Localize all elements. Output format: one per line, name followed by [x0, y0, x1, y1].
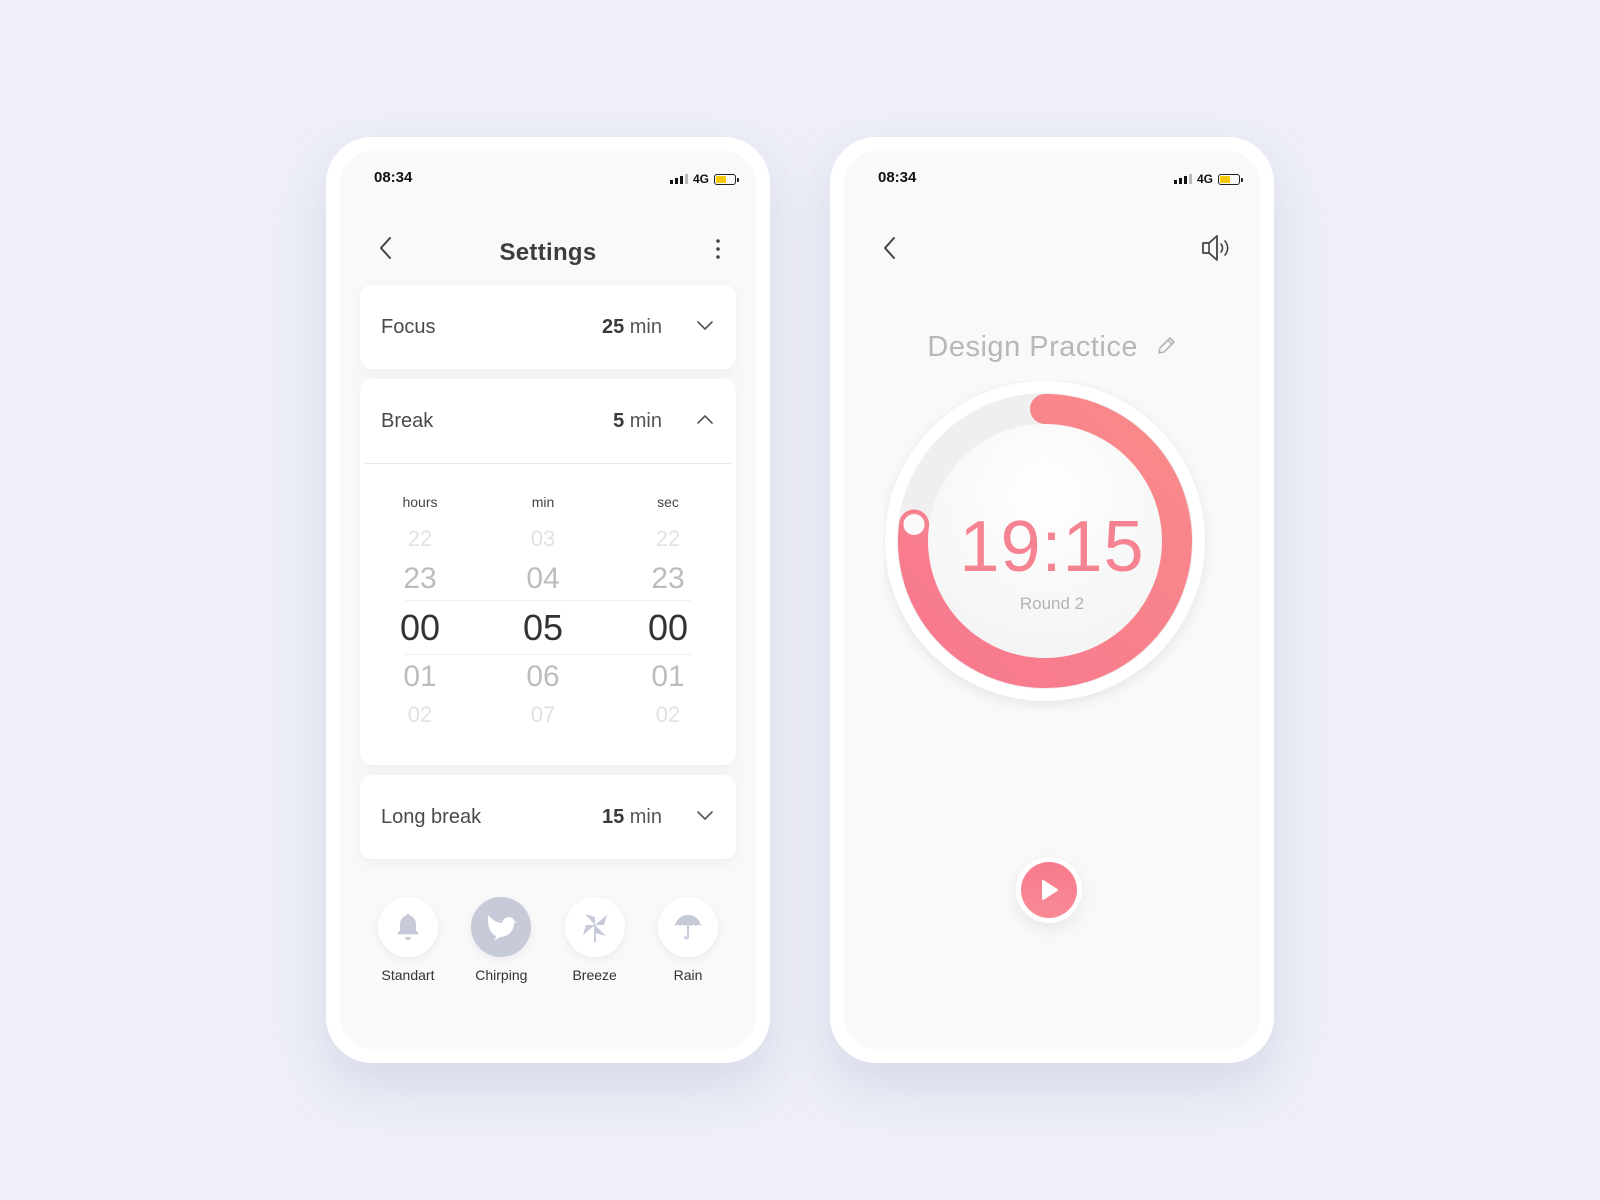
pencil-icon: [1157, 337, 1175, 354]
status-icons: 4G: [669, 172, 739, 186]
timer-phone: 08:34 4G Design Practice 19:15 Round 2: [830, 137, 1274, 1063]
battery-icon: [714, 173, 739, 185]
task-name-text: Design Practice: [927, 331, 1139, 363]
picker-value[interactable]: 22: [370, 526, 470, 552]
sound-option-breeze[interactable]: Breeze: [555, 897, 635, 997]
picker-header: hours: [402, 494, 438, 510]
long-break-value: 15 min: [602, 806, 662, 829]
picker-value-selected[interactable]: 00: [618, 607, 718, 649]
long-break-row[interactable]: Long break 15 min: [360, 775, 736, 859]
bird-icon: [488, 915, 518, 941]
play-button[interactable]: [1016, 857, 1082, 923]
chevron-left-icon: [884, 237, 895, 259]
long-break-value-number: 15: [601, 806, 625, 828]
picker-value[interactable]: 02: [370, 702, 470, 728]
sound-option-chirping[interactable]: Chirping: [461, 897, 541, 997]
sound-button[interactable]: [471, 897, 532, 957]
break-value-unit: min: [629, 410, 662, 432]
status-bar: 08:34 4G: [340, 169, 756, 189]
long-break-card: Long break 15 min: [360, 775, 736, 859]
sound-button[interactable]: [378, 897, 438, 957]
sound-button[interactable]: [657, 897, 718, 957]
picker-value[interactable]: 23: [618, 562, 718, 596]
play-button-inner: [1021, 862, 1077, 918]
focus-value-unit: min: [629, 316, 662, 338]
sound-label: Breeze: [572, 967, 617, 983]
edit-task-button[interactable]: [1155, 332, 1177, 365]
sound-option-standart[interactable]: Standart: [368, 897, 448, 997]
page-title: Settings: [499, 239, 597, 266]
picker-value[interactable]: 01: [370, 660, 470, 694]
signal-icon: [669, 174, 688, 184]
status-time: 08:34: [374, 169, 413, 186]
picker-selection-bottom: [405, 654, 691, 655]
sound-label: Standart: [381, 967, 435, 983]
picker-value[interactable]: 22: [618, 526, 718, 552]
long-break-label: Long break: [381, 806, 482, 828]
focus-label: Focus: [381, 316, 436, 338]
picker-value[interactable]: 01: [618, 660, 718, 694]
time-remaining: 19:15: [959, 507, 1145, 587]
focus-row[interactable]: Focus 25 min: [360, 285, 736, 369]
status-icons: 4G: [1173, 172, 1243, 186]
more-menu-button[interactable]: [708, 235, 728, 265]
picker-value-selected[interactable]: 00: [370, 607, 470, 649]
sound-toggle-button[interactable]: [1200, 233, 1234, 263]
break-label: Break: [381, 410, 434, 432]
time-picker: hours 22 23 00 01 02 min 03 04 05 06 07 …: [360, 464, 736, 764]
picker-value-selected[interactable]: 05: [493, 607, 593, 649]
break-card: Break 5 min hours 22 23 00 01 02 min 03 …: [360, 379, 736, 765]
back-button[interactable]: [878, 233, 902, 263]
more-vertical-icon: [716, 239, 720, 259]
picker-selection-top: [405, 600, 691, 601]
picker-header: sec: [657, 494, 679, 510]
picker-value[interactable]: 23: [370, 562, 470, 596]
break-row[interactable]: Break 5 min: [360, 379, 736, 463]
sound-options: Standart Chirping Breeze Rain: [360, 897, 736, 997]
focus-card: Focus 25 min: [360, 285, 736, 369]
break-value-number: 5: [613, 410, 625, 432]
sound-option-rain[interactable]: Rain: [648, 897, 728, 997]
task-name: Design Practice: [844, 331, 1260, 365]
picker-value[interactable]: 03: [493, 526, 593, 552]
timer-screen: 08:34 4G Design Practice 19:15 Round 2: [844, 151, 1260, 1049]
network-label: 4G: [692, 172, 709, 186]
picker-value[interactable]: 06: [493, 660, 593, 694]
status-time: 08:34: [878, 169, 917, 186]
network-label: 4G: [1196, 172, 1213, 186]
umbrella-icon: [674, 913, 701, 940]
round-label: Round 2: [1019, 594, 1085, 613]
chevron-up-icon: [697, 415, 713, 424]
status-bar: 08:34 4G: [844, 169, 1260, 189]
sound-button[interactable]: [564, 897, 625, 957]
picker-value[interactable]: 04: [493, 562, 593, 596]
picker-value[interactable]: 02: [618, 702, 718, 728]
long-break-value-unit: min: [629, 806, 662, 828]
chevron-down-icon: [697, 811, 713, 820]
sound-label: Rain: [673, 967, 703, 983]
speaker-icon: [1202, 235, 1229, 261]
focus-value-number: 25: [601, 316, 625, 338]
bell-icon: [397, 914, 419, 940]
chevron-down-icon: [697, 321, 713, 330]
picker-value[interactable]: 07: [493, 702, 593, 728]
picker-header: min: [531, 494, 555, 510]
settings-screen: 08:34 4G Settings Focus 25 min Break 5 m…: [340, 151, 756, 1049]
pinwheel-icon: [582, 914, 607, 942]
settings-phone: 08:34 4G Settings Focus 25 min Break 5 m…: [326, 137, 770, 1063]
break-value: 5 min: [613, 410, 662, 433]
battery-icon: [1218, 173, 1243, 185]
sound-label: Chirping: [475, 967, 528, 983]
play-icon: [1042, 880, 1058, 900]
focus-value: 25 min: [602, 316, 662, 339]
signal-icon: [1173, 174, 1192, 184]
